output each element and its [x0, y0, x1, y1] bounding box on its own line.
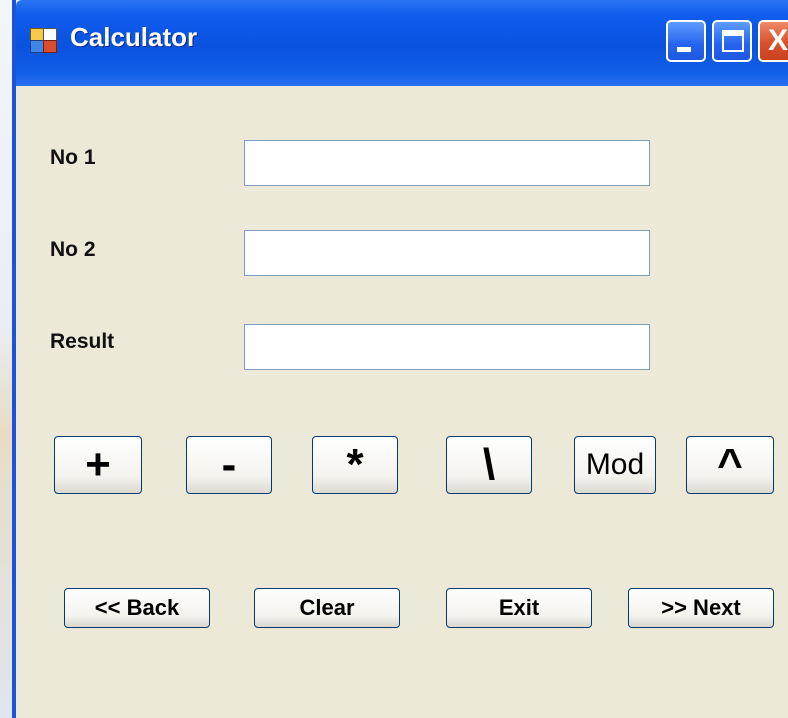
maximize-icon — [722, 30, 744, 52]
add-button[interactable]: + — [54, 436, 142, 494]
calculator-window: Calculator X No 1 No 2 Result + - * \ Mo… — [12, 0, 788, 718]
close-icon: X — [767, 24, 788, 57]
exit-button[interactable]: Exit — [446, 588, 592, 628]
multiply-button[interactable]: * — [312, 436, 398, 494]
window-title: Calculator — [70, 22, 198, 52]
desktop-background — [0, 0, 12, 718]
clear-button[interactable]: Clear — [254, 588, 400, 628]
title-bar[interactable]: Calculator X — [16, 0, 788, 86]
result-output[interactable] — [244, 324, 650, 370]
minimize-button[interactable] — [666, 20, 706, 62]
power-button[interactable]: ^ — [686, 436, 774, 494]
close-button[interactable]: X — [758, 20, 788, 62]
no1-input[interactable] — [244, 140, 650, 186]
back-button[interactable]: << Back — [64, 588, 210, 628]
result-label: Result — [50, 330, 115, 353]
no2-label: No 2 — [50, 238, 96, 261]
no2-input[interactable] — [244, 230, 650, 276]
mod-button[interactable]: Mod — [574, 436, 656, 494]
minimize-icon — [677, 47, 691, 52]
app-icon — [30, 28, 57, 53]
no1-label: No 1 — [50, 146, 96, 169]
divide-button[interactable]: \ — [446, 436, 532, 494]
maximize-button[interactable] — [712, 20, 752, 62]
subtract-button[interactable]: - — [186, 436, 272, 494]
next-button[interactable]: >> Next — [628, 588, 774, 628]
